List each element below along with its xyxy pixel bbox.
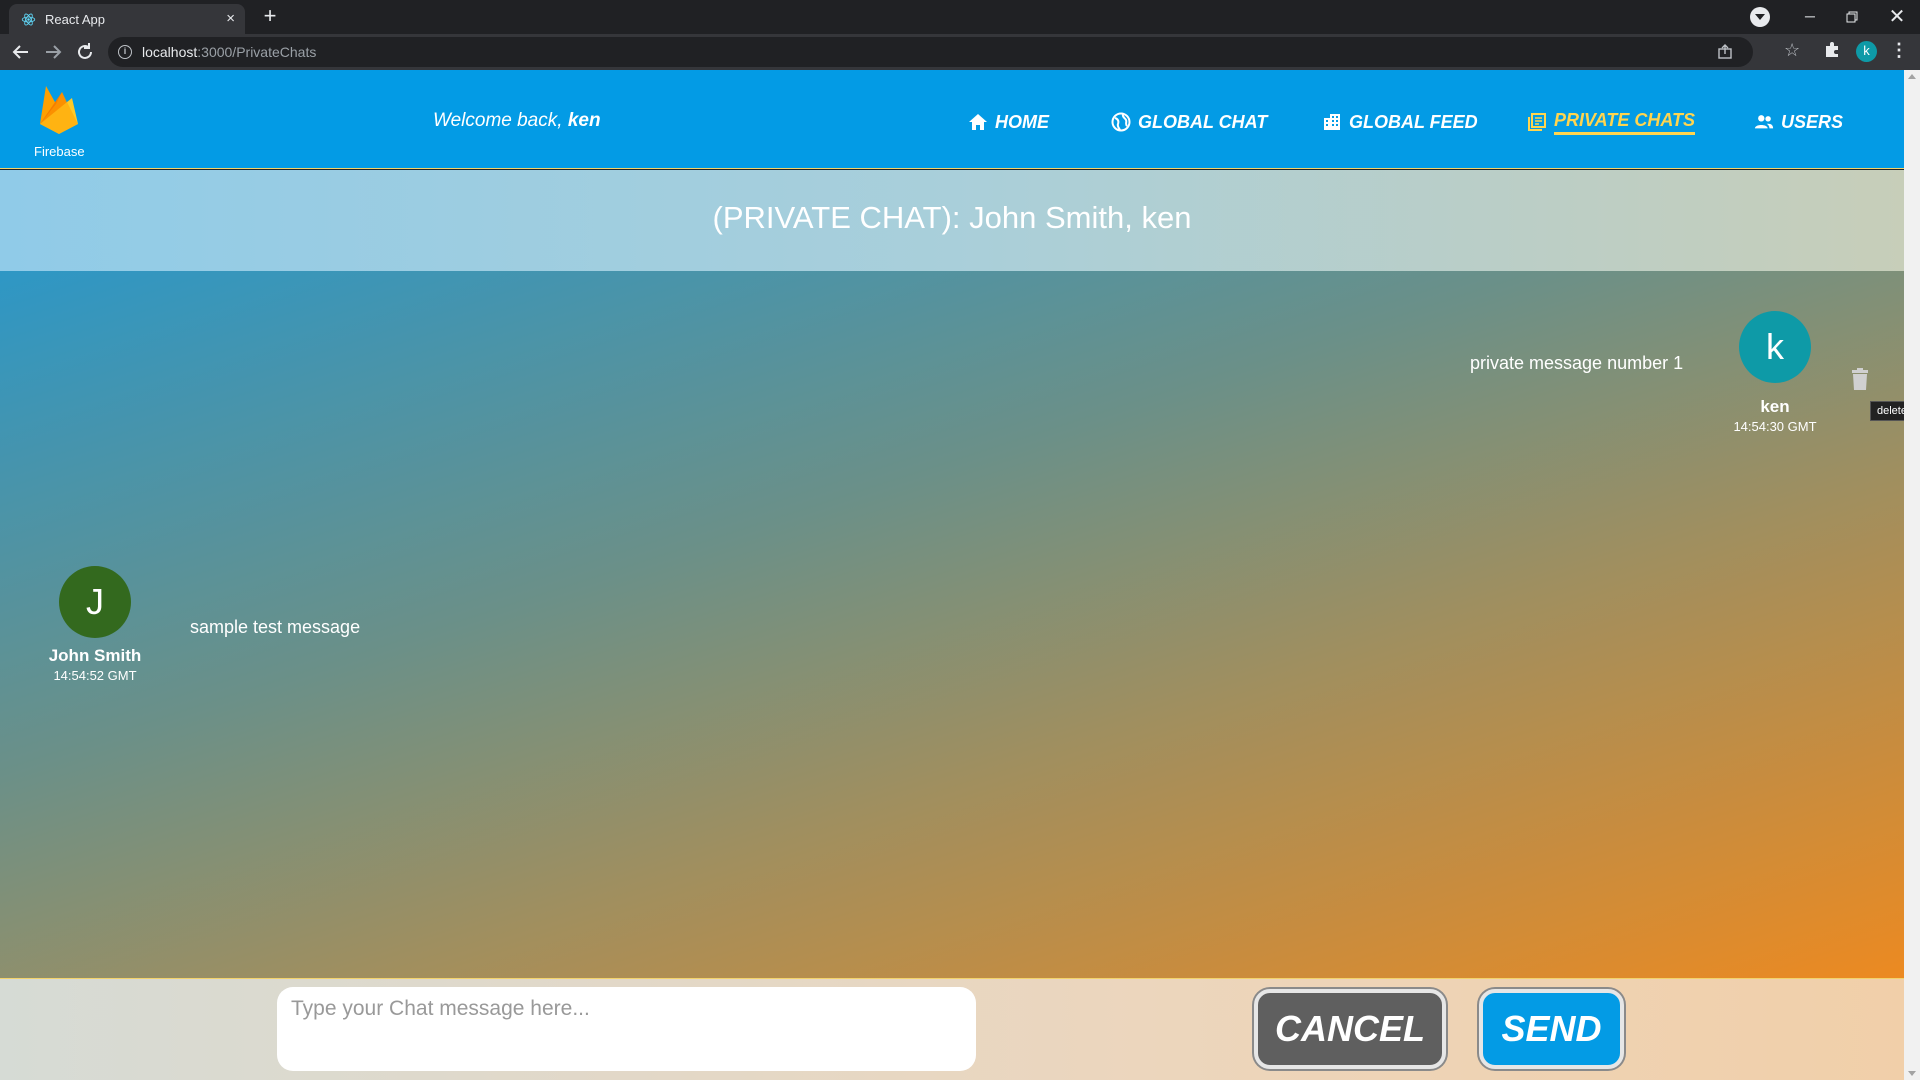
- page-scrollbar[interactable]: [1904, 70, 1920, 1080]
- react-icon: [21, 13, 36, 26]
- delete-tooltip: delete: [1870, 401, 1904, 421]
- window-close-button[interactable]: ✕: [1882, 2, 1912, 32]
- browser-tab[interactable]: React App ×: [9, 4, 245, 34]
- nav-link-global-chat[interactable]: GLOBAL CHAT: [1111, 110, 1267, 134]
- cancel-button[interactable]: CANCEL: [1254, 989, 1446, 1069]
- message-timestamp: 14:54:30 GMT: [1733, 419, 1817, 434]
- avatar: J: [59, 566, 131, 638]
- chevron-down-icon: [1755, 14, 1765, 20]
- message-author: ken: [1760, 397, 1790, 416]
- chat-message-input[interactable]: [277, 987, 976, 1071]
- chat-title: (PRIVATE CHAT): John Smith, ken: [712, 200, 1192, 235]
- nav-link-label: PRIVATE CHATS: [1554, 110, 1696, 135]
- forward-arrow-icon[interactable]: [42, 41, 64, 63]
- site-info-icon[interactable]: i: [118, 45, 132, 59]
- nav-link-home[interactable]: HOME: [968, 110, 1049, 134]
- welcome-username: ken: [567, 110, 601, 131]
- message-text: sample test message: [190, 617, 361, 637]
- nav-link-global-feed[interactable]: GLOBAL FEED: [1322, 110, 1478, 134]
- profile-avatar[interactable]: k: [1856, 41, 1877, 62]
- share-icon[interactable]: [1717, 44, 1733, 60]
- message-list: k ken 14:54:30 GMT private message numbe…: [0, 271, 1904, 978]
- welcome-prefix: Welcome back,: [433, 110, 568, 131]
- extensions-puzzle-icon[interactable]: [1823, 41, 1841, 59]
- avatar: k: [1739, 311, 1811, 383]
- nav-link-label: GLOBAL FEED: [1349, 111, 1478, 132]
- scroll-down-arrow-icon[interactable]: [1908, 1071, 1916, 1076]
- firebase-logo-icon[interactable]: [36, 80, 82, 135]
- buildings-icon: [1324, 114, 1340, 130]
- home-icon: [969, 114, 987, 130]
- logo-label: Firebase: [34, 144, 85, 159]
- tab-title: React App: [45, 12, 105, 27]
- url-path: :3000/PrivateChats: [197, 44, 317, 60]
- message-timestamp: 14:54:52 GMT: [53, 668, 137, 683]
- url-text: localhost:3000/PrivateChats: [142, 44, 316, 60]
- message-composer: CANCEL SEND: [0, 978, 1904, 1080]
- address-bar[interactable]: i localhost:3000/PrivateChats: [108, 37, 1753, 67]
- users-icon: [1754, 115, 1774, 129]
- nav-link-label: HOME: [995, 111, 1049, 132]
- window-restore-button[interactable]: [1837, 2, 1867, 32]
- nav-link-label: USERS: [1781, 111, 1844, 132]
- nav-link-label: GLOBAL CHAT: [1138, 111, 1268, 132]
- browser-menu-icon[interactable]: ⋮: [1890, 40, 1908, 60]
- back-arrow-icon[interactable]: [10, 41, 32, 63]
- chat-header: (PRIVATE CHAT): John Smith, ken: [0, 170, 1904, 271]
- url-host: localhost: [142, 44, 198, 60]
- chat-list-icon: [1528, 113, 1546, 131]
- bookmark-star-icon[interactable]: ☆: [1784, 40, 1800, 61]
- welcome-message: Welcome back, ken: [433, 110, 601, 132]
- scroll-up-arrow-icon[interactable]: [1908, 74, 1916, 79]
- app-root: Firebase Welcome back, ken HOME GLOBAL C…: [0, 70, 1904, 1080]
- tab-close-icon[interactable]: ×: [226, 10, 235, 28]
- restore-icon: [1846, 11, 1858, 23]
- nav-link-users[interactable]: USERS: [1754, 110, 1843, 134]
- browser-toolbar: i localhost:3000/PrivateChats: [0, 34, 1920, 70]
- message-author: John Smith: [48, 646, 142, 665]
- tab-search-button[interactable]: [1750, 7, 1770, 27]
- new-tab-button[interactable]: +: [258, 5, 282, 29]
- reload-icon[interactable]: [74, 41, 96, 63]
- globe-icon: [1111, 112, 1131, 132]
- nav-link-private-chats[interactable]: PRIVATE CHATS: [1527, 110, 1696, 135]
- delete-trash-icon[interactable]: [1850, 367, 1870, 391]
- window-minimize-button[interactable]: ─: [1795, 2, 1825, 32]
- top-navbar: Firebase Welcome back, ken HOME GLOBAL C…: [0, 70, 1904, 169]
- send-button[interactable]: SEND: [1479, 989, 1624, 1069]
- browser-tabstrip: React App × + ─ ✕: [0, 0, 1920, 34]
- message-text: private message number 1: [1470, 353, 1684, 373]
